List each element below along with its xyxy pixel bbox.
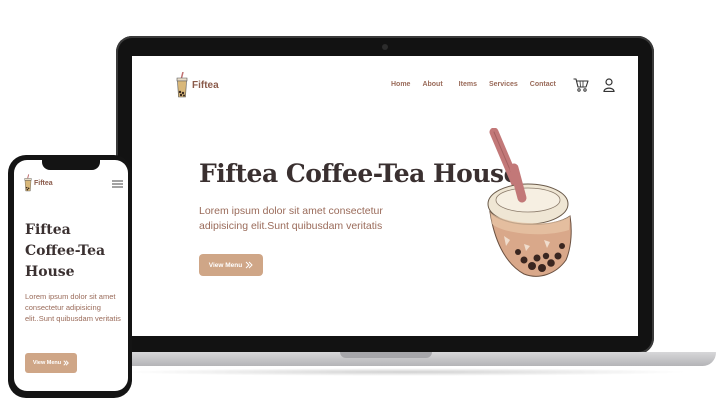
laptop-shadow [120,368,690,376]
nav-item-services[interactable]: Services [489,81,518,88]
boba-cup-logo-icon [24,174,32,192]
phone-notch [42,160,100,170]
desktop-nav: Home About Items Services Contact [391,81,556,88]
mobile-view-menu-label: View Menu [32,360,62,366]
nav-item-home[interactable]: Home [391,81,410,88]
desktop-header-icons [573,78,615,92]
double-chevron-right-icon [245,261,253,269]
laptop-hinge-notch [340,352,432,358]
mobile-hero-description: Lorem ipsum dolor sit amet consectetur a… [25,292,121,323]
laptop-camera [382,44,388,50]
desktop-hero-title: Fiftea Coffee-Tea House [199,159,519,188]
desktop-hero-description: Lorem ipsum dolor sit amet consectetur a… [199,205,383,232]
boba-cup-logo-icon [176,72,188,98]
nav-item-about[interactable]: About [422,81,442,88]
desktop-view-menu-label: View Menu [208,261,243,269]
hamburger-menu-icon[interactable] [112,180,123,188]
bubble-tea-cup-illustration [487,128,572,277]
desktop-logo-text: Fiftea [192,79,219,91]
user-icon[interactable] [603,78,615,92]
cart-icon[interactable] [573,78,589,92]
nav-item-contact[interactable]: Contact [530,81,556,88]
nav-item-items[interactable]: Items [459,81,477,88]
desktop-logo[interactable]: Fiftea [176,72,219,98]
mobile-hero-title: Fiftea Coffee-Tea House [25,222,106,280]
mobile-logo[interactable]: Fiftea [24,174,53,192]
desktop-view-menu-button[interactable]: View Menu [199,254,263,276]
mobile-view-menu-button[interactable]: View Menu [25,353,77,373]
double-chevron-right-icon [63,360,70,366]
mobile-site: Fiftea Fiftea Coffee-Tea House Lorem ips… [14,160,128,391]
desktop-site: Fiftea Home About Items Services Contact… [132,56,638,336]
mobile-logo-text: Fiftea [34,179,53,187]
